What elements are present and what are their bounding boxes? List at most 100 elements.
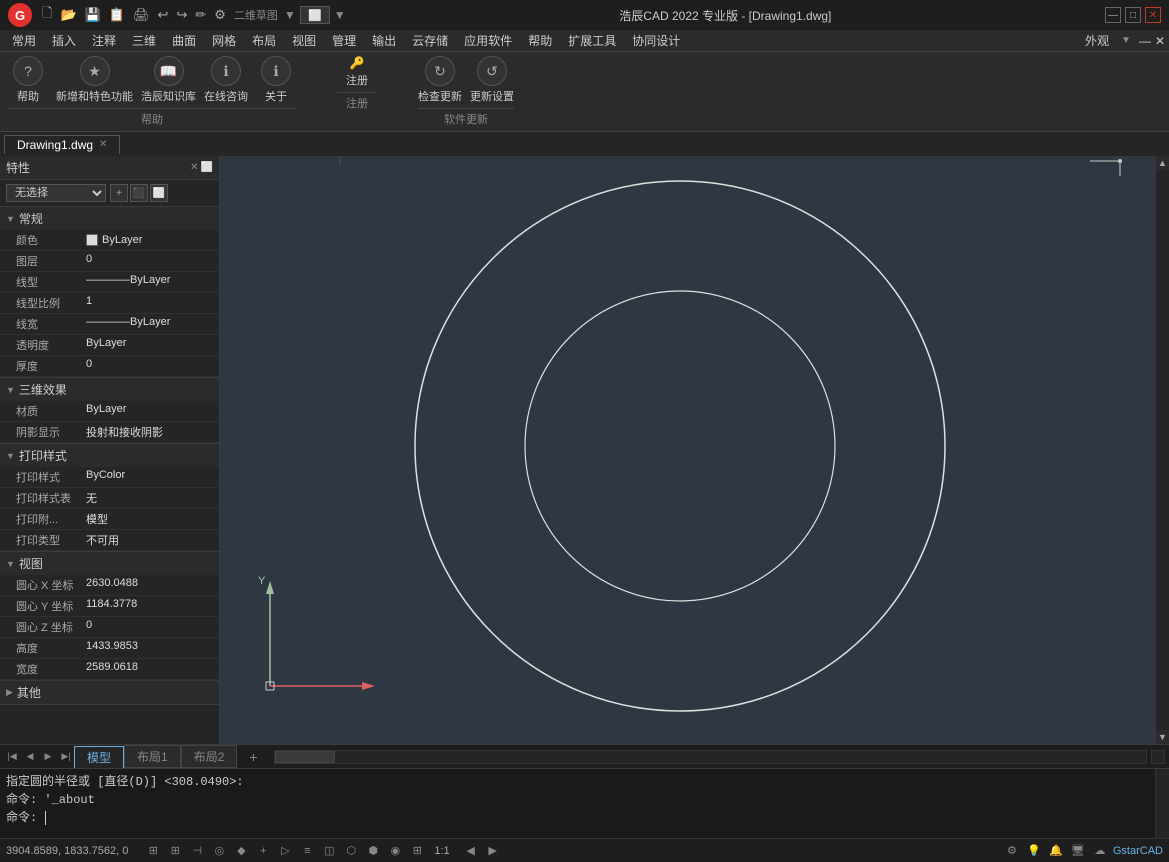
select-quick-btn[interactable]: ⬛ <box>130 184 148 202</box>
shadow-value: 投射和接收阴影 <box>86 424 213 440</box>
save-icon[interactable]: 💾 <box>83 7 103 23</box>
drawing-canvas-area[interactable]: Y <box>220 156 1155 744</box>
settings-icon[interactable]: ⚙ <box>1003 842 1021 860</box>
section-print-style-header[interactable]: ▼ 打印样式 <box>0 444 219 467</box>
menu-qumian[interactable]: 曲面 <box>164 30 204 51</box>
props-float-btn[interactable]: ⬜ <box>201 162 213 173</box>
help-button[interactable]: ? 帮助 <box>8 56 48 104</box>
menu-yuncunchu[interactable]: 云存储 <box>404 30 456 51</box>
cmd-scrollbar[interactable] <box>1155 769 1169 838</box>
online-consult-button[interactable]: ℹ 在线咨询 <box>204 56 248 104</box>
register-button[interactable]: 🔑 注册 <box>337 56 377 88</box>
layout-nav-next[interactable]: ▶ <box>40 749 56 765</box>
ortho-icon[interactable]: ⊣ <box>188 842 206 860</box>
github-icon[interactable]: ⚙ <box>212 7 228 23</box>
drawing-tab[interactable]: Drawing1.dwg ✕ <box>4 135 120 154</box>
qp-icon[interactable]: ⬡ <box>342 842 360 860</box>
polar-icon[interactable]: ◎ <box>210 842 228 860</box>
zoom-display: 1:1 <box>434 845 449 857</box>
help-icon: ? <box>13 56 43 86</box>
zoom-in-icon[interactable]: ▶ <box>484 842 502 860</box>
check-update-button[interactable]: ↻ 检查更新 <box>418 56 462 104</box>
knowledge-base-button[interactable]: 📖 浩辰知识库 <box>141 56 196 104</box>
new-features-button[interactable]: ★ 新增和特色功能 <box>56 56 133 104</box>
transparency-icon[interactable]: ◫ <box>320 842 338 860</box>
menu-dropdown-icon[interactable]: ▼ <box>1121 35 1131 46</box>
restore-btn[interactable]: □ <box>1125 7 1141 23</box>
menu-wangge[interactable]: 网格 <box>204 30 244 51</box>
selection-dropdown[interactable]: 无选择 <box>6 184 106 202</box>
layout-tab-2[interactable]: 布局2 <box>181 745 238 768</box>
undo-icon[interactable]: ↩ <box>156 7 171 23</box>
right-scrollbar[interactable]: ▲ ▼ <box>1155 156 1169 744</box>
layout-nav-prev[interactable]: ◀ <box>22 749 38 765</box>
new-icon[interactable]: 🗋 <box>40 4 54 26</box>
command-text[interactable]: 指定圆的半径或 [直径(D)] <308.0490>: 命令: '_about … <box>0 769 1155 838</box>
scroll-down-btn[interactable]: ▼ <box>1156 730 1169 744</box>
section-view-header[interactable]: ▼ 视图 <box>0 552 219 575</box>
section-other-header[interactable]: ▶ 其他 <box>0 681 219 704</box>
menu-shitu[interactable]: 视图 <box>284 30 324 51</box>
open-icon[interactable]: 📂 <box>58 7 78 23</box>
close-btn[interactable]: ✕ <box>1145 7 1161 23</box>
select-add-btn[interactable]: + <box>110 184 128 202</box>
ribbon-minimize-btn[interactable]: — <box>1139 34 1151 48</box>
layout-nav-first[interactable]: |◀ <box>4 749 20 765</box>
layout-tab-add[interactable]: + <box>237 747 269 767</box>
print-icon[interactable]: 🖨 <box>131 7 152 23</box>
prop-color: 颜色 ByLayer <box>0 230 219 251</box>
otrack-icon[interactable]: + <box>254 842 272 860</box>
minimize-btn[interactable]: — <box>1105 7 1121 23</box>
menu-shuchu[interactable]: 输出 <box>364 30 404 51</box>
model-icon[interactable]: ⊞ <box>408 842 426 860</box>
drawing-tab-close[interactable]: ✕ <box>99 139 107 150</box>
section-general-header[interactable]: ▼ 常规 <box>0 207 219 230</box>
menu-zhushi[interactable]: 注释 <box>84 30 124 51</box>
grid-toggle-icon[interactable]: ⊞ <box>144 842 162 860</box>
lineweight-icon[interactable]: ≡ <box>298 842 316 860</box>
menu-waiguan[interactable]: 外观 <box>1077 30 1117 51</box>
menu-changyong[interactable]: 常用 <box>4 30 44 51</box>
menu-kuozhangongju[interactable]: 扩展工具 <box>560 30 624 51</box>
menu-yingyongruanjian[interactable]: 应用软件 <box>456 30 520 51</box>
check-update-label: 检查更新 <box>418 88 462 104</box>
menu-xietongshejin[interactable]: 协同设计 <box>624 30 688 51</box>
horizontal-scrollbar[interactable] <box>274 750 1147 764</box>
cloud-icon[interactable]: ☁ <box>1091 842 1109 860</box>
menu-sanwei[interactable]: 三维 <box>124 30 164 51</box>
osnap-icon[interactable]: ◆ <box>232 842 250 860</box>
menu-charu[interactable]: 插入 <box>44 30 84 51</box>
expand-icon[interactable]: ▼ <box>334 8 346 22</box>
extra-icon[interactable]: ✏ <box>193 7 208 23</box>
drawing-svg: Y <box>220 156 1155 744</box>
height-value: 1433.9853 <box>86 640 213 656</box>
about-button[interactable]: ℹ 关于 <box>256 56 296 104</box>
redo-icon[interactable]: ↪ <box>174 7 189 23</box>
menu-bangzhu[interactable]: 帮助 <box>520 30 560 51</box>
menu-guanli[interactable]: 管理 <box>324 30 364 51</box>
transparency-value: ByLayer <box>86 337 213 353</box>
view-toggle[interactable]: ⬜ <box>300 6 330 24</box>
layout-tab-model[interactable]: 模型 <box>74 746 124 768</box>
bulb-icon[interactable]: 💡 <box>1025 842 1043 860</box>
update-settings-button[interactable]: ↺ 更新设置 <box>470 56 514 104</box>
display-icon[interactable]: 🖥 <box>1069 842 1087 860</box>
saveas-icon[interactable]: 📋 <box>107 7 127 23</box>
props-close-btn[interactable]: ✕ <box>190 162 198 173</box>
shadow-label: 阴影显示 <box>16 424 86 440</box>
sc-icon[interactable]: ⬢ <box>364 842 382 860</box>
snap-toggle-icon[interactable]: ⊞ <box>166 842 184 860</box>
dyn-icon[interactable]: ▷ <box>276 842 294 860</box>
dropdown-arrow[interactable]: ▼ <box>284 8 296 22</box>
bell-icon[interactable]: 🔔 <box>1047 842 1065 860</box>
menu-buju[interactable]: 布局 <box>244 30 284 51</box>
select-filter-btn[interactable]: ⬜ <box>150 184 168 202</box>
layout-nav-last[interactable]: ▶| <box>58 749 74 765</box>
zoom-out-icon[interactable]: ◀ <box>462 842 480 860</box>
layout-tab-1[interactable]: 布局1 <box>124 745 181 768</box>
scroll-track[interactable] <box>1156 170 1169 730</box>
section-3deffect-header[interactable]: ▼ 三维效果 <box>0 378 219 401</box>
scroll-up-btn[interactable]: ▲ <box>1156 156 1169 170</box>
isolate-icon[interactable]: ◉ <box>386 842 404 860</box>
ribbon-close-btn[interactable]: ✕ <box>1155 34 1165 48</box>
